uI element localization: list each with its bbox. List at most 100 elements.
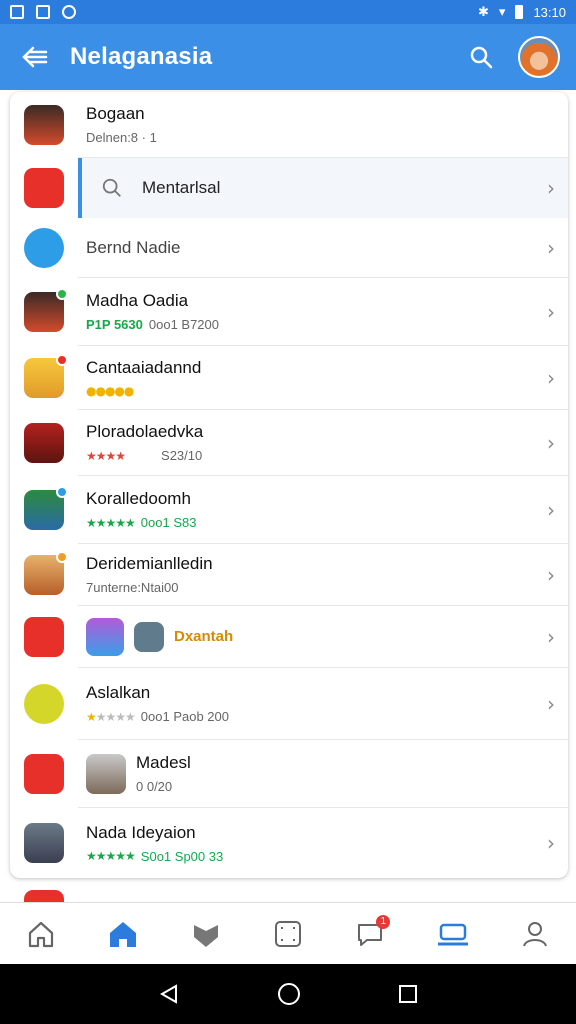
search-field[interactable]: Mentarlsal › — [78, 158, 568, 218]
wifi-icon: ▾ — [498, 4, 506, 19]
pin-app-icon — [24, 754, 64, 794]
profile-icon — [522, 921, 547, 946]
system-navigation-bar — [0, 964, 576, 1024]
scan-icon — [274, 920, 301, 947]
chevron-right-icon: › — [547, 562, 555, 587]
fox-game-icon — [24, 288, 68, 332]
item-meta: 0oo1 S83 — [140, 515, 197, 530]
search-button[interactable] — [456, 24, 506, 90]
nav-store[interactable] — [423, 909, 483, 959]
cat-app-icon — [134, 621, 164, 652]
store-icon — [437, 923, 468, 945]
item-meta: S0o1 Sp00 33 — [140, 848, 224, 864]
rating-stars: ★★★★ — [86, 448, 126, 463]
list-item[interactable]: Dxantah › — [10, 606, 568, 668]
rating-stars: ★★★★★ — [86, 515, 136, 530]
bottom-navigation: 1 — [0, 902, 576, 964]
dog-game-icon — [24, 551, 68, 595]
creature-game-icon — [24, 486, 68, 530]
list-item[interactable]: Madesl 0 0/20 — [10, 740, 568, 808]
chevron-right-icon: › — [547, 691, 555, 716]
chevron-right-icon: › — [547, 430, 555, 455]
sync-notification-icon — [62, 5, 76, 19]
list-item[interactable]: Koralledoomh ★★★★★ 0oo1 S83 › — [10, 476, 568, 544]
nav-chat[interactable]: 1 — [340, 909, 400, 959]
zombie-game-icon — [24, 823, 64, 863]
status-bar: ✱ ▾ 13:10 — [0, 0, 576, 24]
rating-stars: ●●●●● — [86, 383, 134, 398]
item-title: Bogaan — [86, 104, 145, 123]
app-bar: Nelaganasia — [0, 24, 576, 90]
fox-photo-icon — [86, 753, 126, 794]
profile-avatar[interactable] — [518, 36, 560, 78]
nav-scan[interactable] — [258, 909, 318, 959]
back-triangle-icon[interactable] — [158, 983, 180, 1005]
item-subtitle: Delnen:8 · 1 — [86, 130, 157, 145]
fox-app-icon — [24, 105, 64, 145]
search-icon — [102, 178, 121, 197]
list-item[interactable]: Nada Ideyaion ★★★★★ S0o1 Sp00 33 › — [10, 808, 568, 878]
item-meta: 0oo1 Paob 200 — [140, 709, 229, 724]
pikachu-app-icon — [86, 617, 124, 656]
item-title: Madha Oadia — [86, 291, 189, 310]
app-list-card: Bogaan Delnen:8 · 1 Mentarlsal › Bernd N… — [10, 92, 568, 878]
list-item[interactable]: Madha Oadia P1P 5630 0oo1 B7200 › — [10, 278, 568, 346]
notification-icon — [10, 5, 24, 19]
chevron-right-icon: › — [547, 831, 555, 855]
list-item[interactable]: Cantaaiadannd ●●●●● › — [10, 346, 568, 410]
search-icon — [470, 46, 493, 69]
item-subtitle: 7unterne:Ntai00 — [86, 580, 179, 595]
item-title: Deridemianlledin — [86, 554, 213, 573]
home-circle-icon[interactable] — [277, 982, 301, 1006]
nav-profile[interactable] — [505, 909, 565, 959]
item-title: Cantaaiadannd — [86, 357, 202, 377]
nav-favorites[interactable] — [176, 909, 236, 959]
chevron-right-icon: › — [547, 624, 555, 649]
chat-badge: 1 — [376, 914, 391, 929]
rating-stars: ★★★★★ — [86, 709, 136, 724]
pin-app-icon — [24, 617, 64, 657]
list-item[interactable]: Bernd Nadie › — [10, 218, 568, 278]
movie-game-icon — [24, 423, 64, 463]
item-title: Madesl — [136, 753, 191, 772]
item-title: Ploradolaedvka — [86, 422, 204, 441]
battery-icon — [515, 5, 524, 19]
item-meta: 0oo1 B7200 — [148, 317, 219, 332]
home-outline-icon — [29, 921, 54, 947]
chevron-right-icon: › — [547, 497, 555, 522]
bluetooth-icon: ✱ — [478, 4, 489, 19]
pin-app-icon — [24, 168, 64, 208]
back-button[interactable] — [0, 24, 70, 90]
rating-stars: ★★★★★ — [86, 849, 136, 863]
item-title: Nada Ideyaion — [86, 822, 196, 842]
item-subtitle: 0 0/20 — [136, 779, 173, 794]
app-title: Nelaganasia — [70, 43, 213, 70]
item-title: Aslalkan — [86, 683, 151, 702]
list-item[interactable]: Ploradolaedvka ★★★★ S23/10 › — [10, 410, 568, 476]
item-tag: P1P 5630 — [86, 317, 143, 332]
chevron-right-icon: › — [547, 176, 555, 200]
gangster-app-icon — [24, 684, 64, 724]
item-price: S23/10 — [161, 448, 203, 463]
list-item[interactable]: Aslalkan ★★★★★ 0oo1 Paob 200 › — [10, 668, 568, 740]
item-label: Dxantah — [174, 628, 234, 645]
chevron-right-icon: › — [547, 299, 555, 324]
list-item[interactable]: Bogaan Delnen:8 · 1 — [10, 92, 568, 158]
heart-icon — [193, 924, 218, 947]
search-text: Mentarlsal — [142, 178, 221, 197]
status-time: 13:10 — [533, 4, 566, 20]
home-icon — [110, 921, 137, 947]
flower-app-icon — [24, 228, 64, 268]
chevron-right-icon: › — [547, 365, 555, 390]
list-item[interactable]: Mentarlsal › — [10, 158, 568, 218]
recents-square-icon[interactable] — [398, 984, 418, 1004]
nav-home-outline[interactable] — [11, 909, 71, 959]
arrow-back-icon — [22, 46, 48, 68]
chevron-right-icon: › — [547, 235, 555, 260]
nav-home[interactable] — [93, 909, 153, 959]
list-item[interactable]: Deridemianlledin 7unterne:Ntai00 › — [10, 544, 568, 606]
item-title: Bernd Nadie — [86, 237, 181, 257]
cat-game-icon — [24, 354, 68, 398]
image-notification-icon — [36, 5, 50, 19]
item-title: Koralledoomh — [86, 489, 191, 508]
